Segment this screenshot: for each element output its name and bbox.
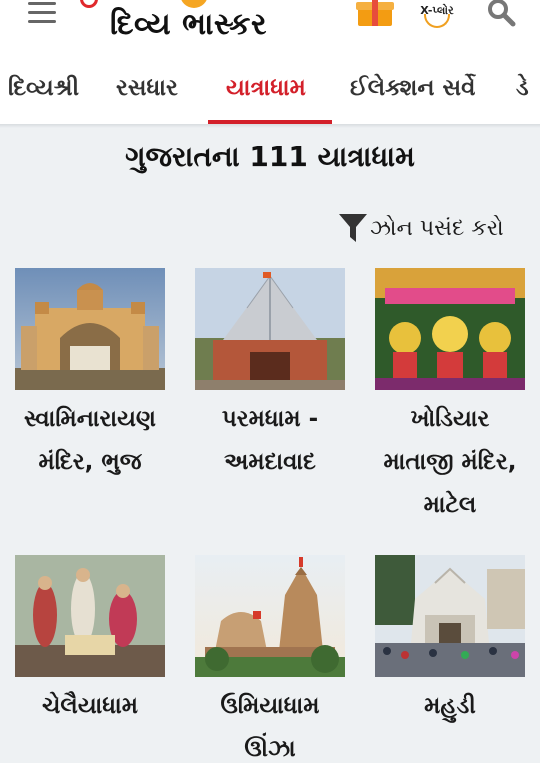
temple-card-swaminarayan[interactable]: સ્વામિનારાયણ મંદિર, ભુજ [15, 268, 165, 484]
temple-image-mahudi [375, 555, 525, 677]
temple-name[interactable]: મહુડી [365, 685, 535, 728]
filter-icon [339, 214, 367, 242]
temple-image-chelaiyadham [15, 555, 165, 677]
tab-divyashree[interactable]: દિવ્યશ્રી [8, 68, 79, 108]
page-title: ગુજરાતના 111 યાત્રાધામ [125, 140, 415, 173]
temple-card-mahudi[interactable]: મહુડી [375, 555, 525, 728]
filter-label: ઝોન પસંદ કરો [370, 215, 504, 241]
gift-icon[interactable] [356, 0, 394, 26]
temple-image-umiyadham [195, 555, 345, 677]
app-header: દિવ્ય ભાસ્કર X-પ્લોર [0, 0, 540, 52]
notification-dot-icon [80, 0, 98, 8]
tab-more[interactable]: ડે [516, 68, 529, 108]
temple-name[interactable]: સ્વામિનારાયણ મંદિર, ભુજ [5, 398, 175, 484]
tab-yatradham[interactable]: યાત્રાધામ [226, 68, 306, 108]
xplore-button[interactable]: X-પ્લોર [414, 0, 460, 30]
temple-image-paramdham [195, 268, 345, 390]
tab-rasdhar[interactable]: રસધાર [116, 68, 178, 108]
temple-card-umiyadham[interactable]: ઉમિયાધામ ઊંઝા [195, 555, 345, 763]
temple-card-chelaiyadham[interactable]: ચેલૈયાધામ [15, 555, 165, 728]
temple-name[interactable]: ખોડિયાર માતાજી મંદિર, માટેલ [365, 398, 535, 527]
menu-icon[interactable] [28, 0, 98, 24]
tab-election-survey[interactable]: ઈલેક્શન સર્વે [350, 68, 475, 108]
zone-filter-button[interactable]: ઝોન પસંદ કરો [338, 210, 504, 246]
temple-image-khodiyar [375, 268, 525, 390]
temple-image-swaminarayan [15, 268, 165, 390]
tabs-divider [0, 124, 540, 128]
category-tabs: દિવ્યશ્રી રસધાર યાત્રાધામ ઈલેક્શન સર્વે … [0, 52, 540, 124]
search-icon[interactable] [486, 0, 516, 28]
logo[interactable]: દિવ્ય ભાસ્કર [110, 0, 267, 44]
temple-name[interactable]: ચેલૈયાધામ [5, 685, 175, 728]
temple-name[interactable]: ઉમિયાધામ ઊંઝા [185, 685, 355, 763]
xplore-arc-icon [424, 14, 450, 28]
temple-card-khodiyar[interactable]: ખોડિયાર માતાજી મંદિર, માટેલ [375, 268, 525, 527]
temple-card-paramdham[interactable]: પરમધામ - અમદાવાદ [195, 268, 345, 484]
logo-text: દિવ્ય ભાસ્કર [110, 6, 267, 42]
temple-name[interactable]: પરમધામ - અમદાવાદ [185, 398, 355, 484]
